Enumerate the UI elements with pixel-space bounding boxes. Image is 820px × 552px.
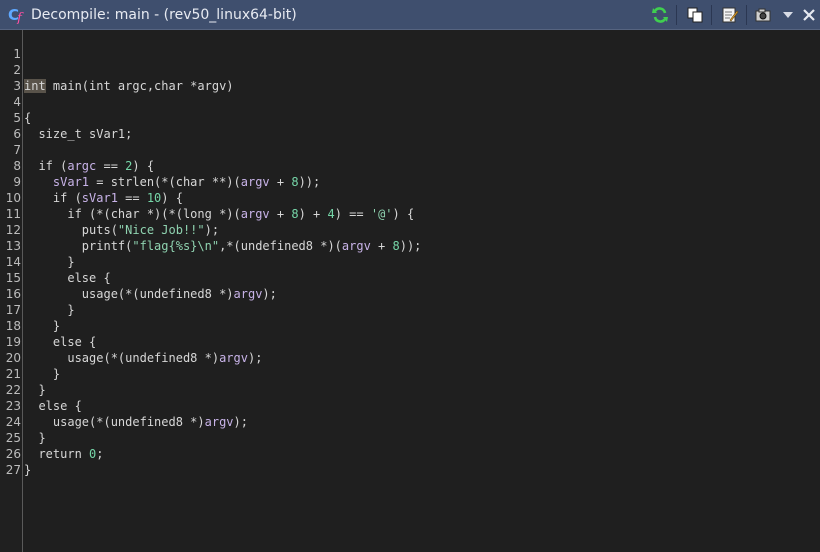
code-line[interactable]: 27	[0, 446, 820, 477]
window-title: Decompile: main - (rev50_linux64-bit)	[31, 7, 297, 23]
dropdown-menu-icon[interactable]	[779, 6, 797, 24]
code-line[interactable]: 12 printf("flag{%s}\n",*(undefined8 *)(a…	[0, 206, 820, 253]
code-line[interactable]: 13 }	[0, 222, 820, 269]
code-line[interactable]: 10 if (*(char *)(*(long *)(argv + 8) + 4…	[0, 174, 820, 221]
toolbar-separator	[746, 5, 747, 25]
code-line[interactable]: 3	[0, 62, 820, 93]
code-line[interactable]: 7 if (argc == 2) {	[0, 126, 820, 173]
code-line[interactable]: 6	[0, 110, 820, 141]
code-line[interactable]: 23 usage(*(undefined8 *)argv);	[0, 382, 820, 429]
code-line[interactable]: 26 }	[0, 430, 820, 477]
decompiler-code-view[interactable]: 1 2 int main(int argc,char *argv) 3 4 { …	[0, 30, 820, 552]
copy-icon[interactable]	[686, 6, 704, 24]
decompile-icon: C f	[8, 6, 28, 26]
code-line[interactable]: 5 size_t sVar1;	[0, 94, 820, 141]
code-line[interactable]: 17 }	[0, 286, 820, 333]
code-line[interactable]: 20 }	[0, 334, 820, 381]
close-icon[interactable]	[800, 6, 818, 24]
code-line[interactable]: 21 }	[0, 350, 820, 397]
toolbar-separator	[711, 5, 712, 25]
edit-icon[interactable]	[721, 6, 739, 24]
code-line[interactable]: 18 else {	[0, 302, 820, 349]
decompiler-window: C f Decompile: main - (rev50_linux64-bit…	[0, 0, 820, 552]
refresh-icon[interactable]	[651, 6, 669, 24]
code-line[interactable]: 24 }	[0, 398, 820, 445]
title-bar: C f Decompile: main - (rev50_linux64-bit…	[0, 0, 820, 30]
snapshot-icon[interactable]	[754, 6, 772, 24]
code-line[interactable]: 11 puts("Nice Job!!");	[0, 190, 820, 237]
code-line[interactable]: 2 int main(int argc,char *argv)	[0, 46, 820, 93]
code-line[interactable]: 16 }	[0, 270, 820, 317]
code-line[interactable]: 14 else {	[0, 238, 820, 285]
code-line[interactable]: 4 {	[0, 78, 820, 125]
code-line[interactable]: 25 return 0;	[0, 414, 820, 461]
svg-text:f: f	[16, 11, 24, 24]
code-line[interactable]: 9 if (sVar1 == 10) {	[0, 158, 820, 205]
code-line[interactable]: 1	[0, 30, 820, 61]
code-line[interactable]: 15 usage(*(undefined8 *)argv);	[0, 254, 820, 301]
code-line[interactable]: 22 else {	[0, 366, 820, 413]
toolbar-separator	[676, 5, 677, 25]
code-line[interactable]: 19 usage(*(undefined8 *)argv);	[0, 318, 820, 365]
code-line[interactable]: 8 sVar1 = strlen(*(char **)(argv + 8));	[0, 142, 820, 189]
line-number: 27	[5, 463, 21, 477]
